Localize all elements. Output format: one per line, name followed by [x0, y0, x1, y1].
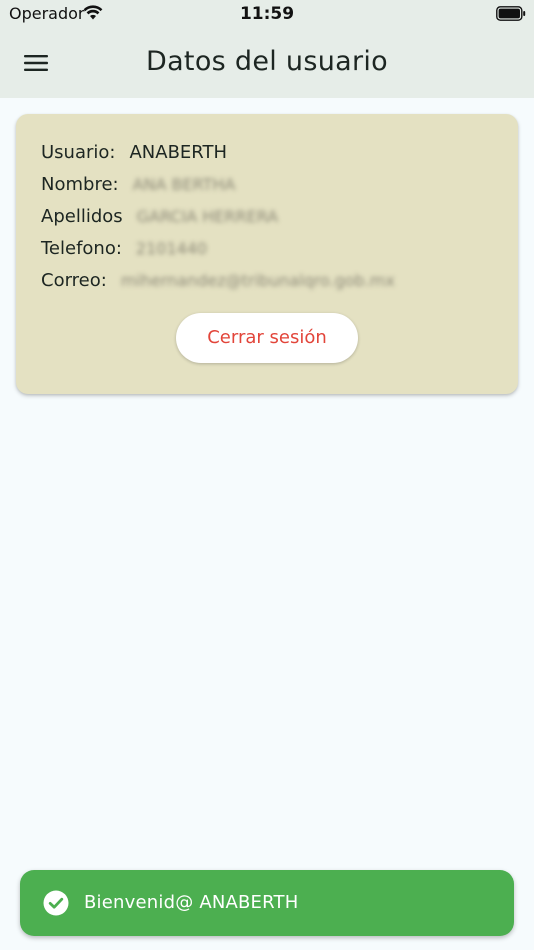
info-row-nombre: Nombre: ANA BERTHA: [41, 172, 235, 198]
apellidos-label: Apellidos: [41, 206, 123, 227]
telefono-label: Telefono:: [41, 238, 122, 259]
snackbar-message: Bienvenid@ ANABERTH: [84, 892, 299, 913]
info-row-telefono: Telefono: 2101440: [41, 236, 207, 262]
correo-value: mihernandez@tribunalqro.gob.mx: [120, 271, 395, 290]
check-circle-icon: [43, 890, 69, 916]
nombre-value: ANA BERTHA: [132, 175, 236, 194]
logout-button[interactable]: Cerrar sesión: [176, 313, 358, 363]
battery-icon: [496, 6, 526, 21]
app-bar: Datos del usuario: [0, 28, 534, 98]
page-title: Datos del usuario: [146, 46, 388, 77]
usuario-value: ANABERTH: [129, 142, 228, 163]
usuario-label: Usuario:: [41, 142, 116, 163]
info-row-usuario: Usuario: ANABERTH: [41, 140, 227, 166]
info-row-apellidos: Apellidos GARCIA HERRERA: [41, 204, 278, 230]
telefono-value: 2101440: [135, 239, 208, 258]
apellidos-value: GARCIA HERRERA: [136, 207, 279, 226]
nombre-label: Nombre:: [41, 174, 119, 195]
correo-label: Correo:: [41, 270, 107, 291]
welcome-snackbar: Bienvenid@ ANABERTH: [20, 870, 514, 936]
status-time: 11:59: [239, 4, 295, 24]
info-row-correo: Correo: mihernandez@tribunalqro.gob.mx: [41, 268, 395, 294]
status-bar: Operador 11:59: [0, 0, 534, 28]
user-info-card: Usuario: ANABERTH Nombre: ANA BERTHA Apell…: [16, 114, 518, 394]
